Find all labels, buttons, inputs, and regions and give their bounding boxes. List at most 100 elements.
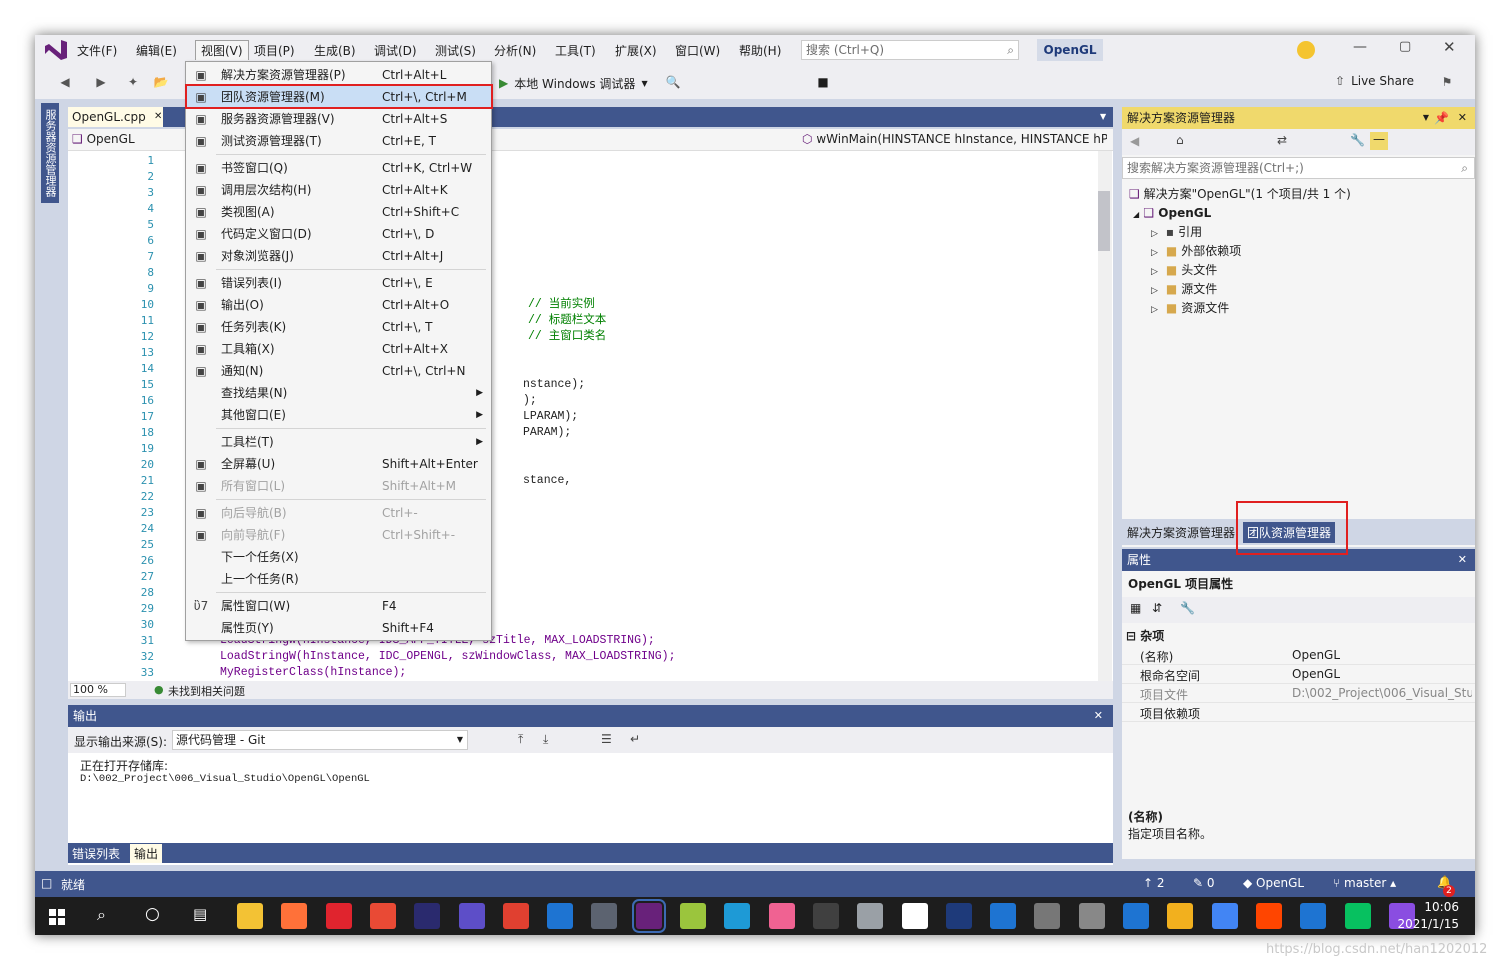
menu-item-9[interactable]: ▣ 对象浏览器(J) Ctrl+Alt+J — [186, 245, 491, 267]
menu-6[interactable]: 测试(S) — [435, 41, 476, 61]
output-source-select[interactable]: 源代码管理 - Git ▼ — [172, 730, 468, 750]
tree-node[interactable]: ▷ ▪ 引用 — [1151, 223, 1202, 244]
app-icon[interactable] — [990, 903, 1017, 929]
wechat-icon[interactable] — [1344, 903, 1371, 929]
properties-object-select[interactable]: OpenGL 项目属性 — [1128, 575, 1233, 592]
minimize-button[interactable]: — — [1353, 39, 1367, 55]
menu-item-13[interactable]: ▣ 任务列表(K) Ctrl+\, T — [186, 316, 491, 338]
windows-start-icon[interactable] — [49, 909, 65, 925]
app-icon[interactable] — [1078, 903, 1105, 929]
chrome-icon[interactable] — [1211, 903, 1238, 929]
close-button[interactable]: ✕ — [1443, 38, 1456, 56]
menu-item-29[interactable]: 属性页(Y) Shift+F4 — [186, 617, 491, 639]
open-file-icon[interactable]: 📂 — [153, 74, 169, 90]
alphabetical-icon[interactable]: ⇵ — [1152, 601, 1162, 615]
app-icon[interactable] — [857, 903, 884, 929]
live-share-button[interactable]: ⇧ Live Share — [1335, 74, 1414, 88]
property-value[interactable]: OpenGL — [1292, 648, 1472, 662]
app-icon[interactable] — [1255, 903, 1282, 929]
forward-nav-icon[interactable]: ▶ — [93, 74, 109, 90]
terminal-icon[interactable] — [812, 903, 839, 929]
clock-time[interactable]: 10:06 — [1401, 900, 1459, 914]
menu-item-19[interactable]: 工具栏(T) ▶ — [186, 431, 491, 453]
repository-selector[interactable]: ◆ OpenGL — [1243, 876, 1304, 890]
sync-icon[interactable]: ⇄ — [1277, 133, 1287, 147]
notepad-icon[interactable] — [680, 903, 706, 929]
menu-item-0[interactable]: ▣ 解决方案资源管理器(P) Ctrl+Alt+L — [186, 64, 491, 86]
goto-prev-message-icon[interactable]: ⤒ — [518, 732, 523, 747]
menu-item-21[interactable]: ▣ 所有窗口(L) Shift+Alt+M — [186, 475, 491, 497]
property-value[interactable]: D:\002_Project\006_Visual_Stud — [1292, 686, 1472, 700]
close-icon[interactable]: ✕ — [1458, 107, 1467, 129]
menu-item-5[interactable]: ▣ 书签窗口(Q) Ctrl+K, Ctrl+W — [186, 157, 491, 179]
visual-studio-icon[interactable] — [631, 899, 666, 933]
chevron-down-icon[interactable]: ▼ — [1423, 107, 1429, 129]
branch-selector[interactable]: ⑂ master ▴ — [1333, 876, 1396, 890]
feedback-icon[interactable]: ⚑ — [1439, 74, 1455, 90]
back-nav-icon[interactable]: ◀ — [57, 74, 73, 90]
project-scope-dropdown[interactable]: ❑ OpenGL — [72, 132, 135, 146]
start-debugger-button[interactable]: ▶ 本地 Windows 调试器 ▼ — [499, 73, 648, 93]
app-icon[interactable] — [724, 903, 751, 929]
task-view-icon[interactable]: ▤ — [193, 905, 207, 923]
publish-icon[interactable]: ↑ 2 — [1143, 876, 1165, 890]
home-icon[interactable]: ⌂ — [1176, 133, 1184, 147]
menu-item-23[interactable]: ▣ 向后导航(B) Ctrl+- — [186, 502, 491, 524]
property-value[interactable]: OpenGL — [1292, 667, 1472, 681]
tab-error-list[interactable]: 错误列表 — [72, 845, 120, 862]
property-row[interactable]: 项目依赖项 — [1122, 703, 1475, 722]
menu-item-8[interactable]: ▣ 代码定义窗口(D) Ctrl+\, D — [186, 223, 491, 245]
menu-11[interactable]: 帮助(H) — [739, 41, 781, 61]
menu-item-20[interactable]: ▣ 全屏幕(U) Shift+Alt+Enter — [186, 453, 491, 475]
tab-overflow-icon[interactable]: ▼ — [1100, 112, 1106, 121]
menu-item-16[interactable]: 查找结果(N) ▶ — [186, 382, 491, 404]
menu-3[interactable]: 项目(P) — [254, 41, 295, 61]
menu-9[interactable]: 扩展(X) — [615, 41, 657, 61]
goto-next-message-icon[interactable]: ⤓ — [543, 732, 548, 747]
app-icon[interactable] — [945, 903, 972, 929]
app-icon[interactable] — [1300, 903, 1327, 929]
search-input[interactable]: 搜索 (Ctrl+Q) ⌕ — [801, 40, 1019, 60]
app-icon[interactable] — [502, 903, 529, 929]
tree-node[interactable]: ▷ ■ 头文件 — [1151, 261, 1217, 282]
server-explorer-side-tab[interactable]: 服务器资源管理器 — [41, 103, 59, 203]
search-icon[interactable]: ⌕ — [97, 905, 106, 925]
project-node[interactable]: ◢ ❑ OpenGL — [1133, 204, 1211, 224]
properties-wrench-icon[interactable]: 🔧 — [1350, 133, 1365, 147]
clock-date[interactable]: 2021/1/15 — [1381, 917, 1459, 931]
close-icon[interactable]: ✕ — [1458, 549, 1467, 571]
app-icon[interactable] — [1034, 903, 1061, 929]
new-project-icon[interactable]: ✦ — [125, 74, 141, 90]
word-wrap-icon[interactable]: ↵ — [630, 732, 640, 746]
menu-5[interactable]: 调试(D) — [374, 41, 417, 61]
cortana-icon[interactable]: ○ — [145, 904, 160, 924]
app-icon[interactable] — [1167, 903, 1194, 929]
menu-item-7[interactable]: ▣ 类视图(A) Ctrl+Shift+C — [186, 201, 491, 223]
pin-icon[interactable]: ✕ — [154, 107, 162, 127]
app-icon[interactable] — [325, 903, 352, 929]
solution-node[interactable]: ❑ 解决方案"OpenGL"(1 个项目/共 1 个) — [1129, 185, 1351, 204]
menu-item-15[interactable]: ▣ 通知(N) Ctrl+\, Ctrl+N — [186, 360, 491, 382]
property-row[interactable]: 根命名空间 OpenGL — [1122, 665, 1475, 684]
solution-search-input[interactable]: 搜索解决方案资源管理器(Ctrl+;) ⌕ — [1122, 157, 1475, 179]
tree-node[interactable]: ▷ ■ 源文件 — [1151, 280, 1217, 301]
menu-item-17[interactable]: 其他窗口(E) ▶ — [186, 404, 491, 426]
property-row[interactable]: 项目文件 D:\002_Project\006_Visual_Stud — [1122, 684, 1475, 703]
tree-node[interactable]: ▷ ■ 外部依赖项 — [1151, 242, 1241, 263]
bookmark-icon[interactable]: ■ — [815, 74, 831, 90]
menu-item-11[interactable]: ▣ 错误列表(I) Ctrl+\, E — [186, 272, 491, 294]
tree-node[interactable]: ▷ ■ 资源文件 — [1151, 299, 1229, 320]
find-icon[interactable]: 🔍 — [665, 74, 681, 90]
calculator-icon[interactable] — [591, 903, 618, 929]
account-icon[interactable] — [1297, 41, 1315, 59]
app-icon[interactable] — [768, 903, 795, 929]
menu-item-12[interactable]: ▣ 输出(O) Ctrl+Alt+O — [186, 294, 491, 316]
firefox-icon[interactable] — [281, 903, 308, 929]
tab-opengl-cpp[interactable]: OpenGL.cpp ✕ — [68, 107, 163, 127]
menu-2[interactable]: 视图(V) — [195, 40, 249, 60]
zoom-dropdown[interactable]: 100 % — [70, 683, 126, 697]
close-output-icon[interactable]: ✕ — [1094, 705, 1103, 727]
property-pages-wrench-icon[interactable]: 🔧 — [1180, 601, 1195, 615]
menu-0[interactable]: 文件(F) — [77, 41, 117, 61]
menu-item-6[interactable]: ▣ 调用层次结构(H) Ctrl+Alt+K — [186, 179, 491, 201]
